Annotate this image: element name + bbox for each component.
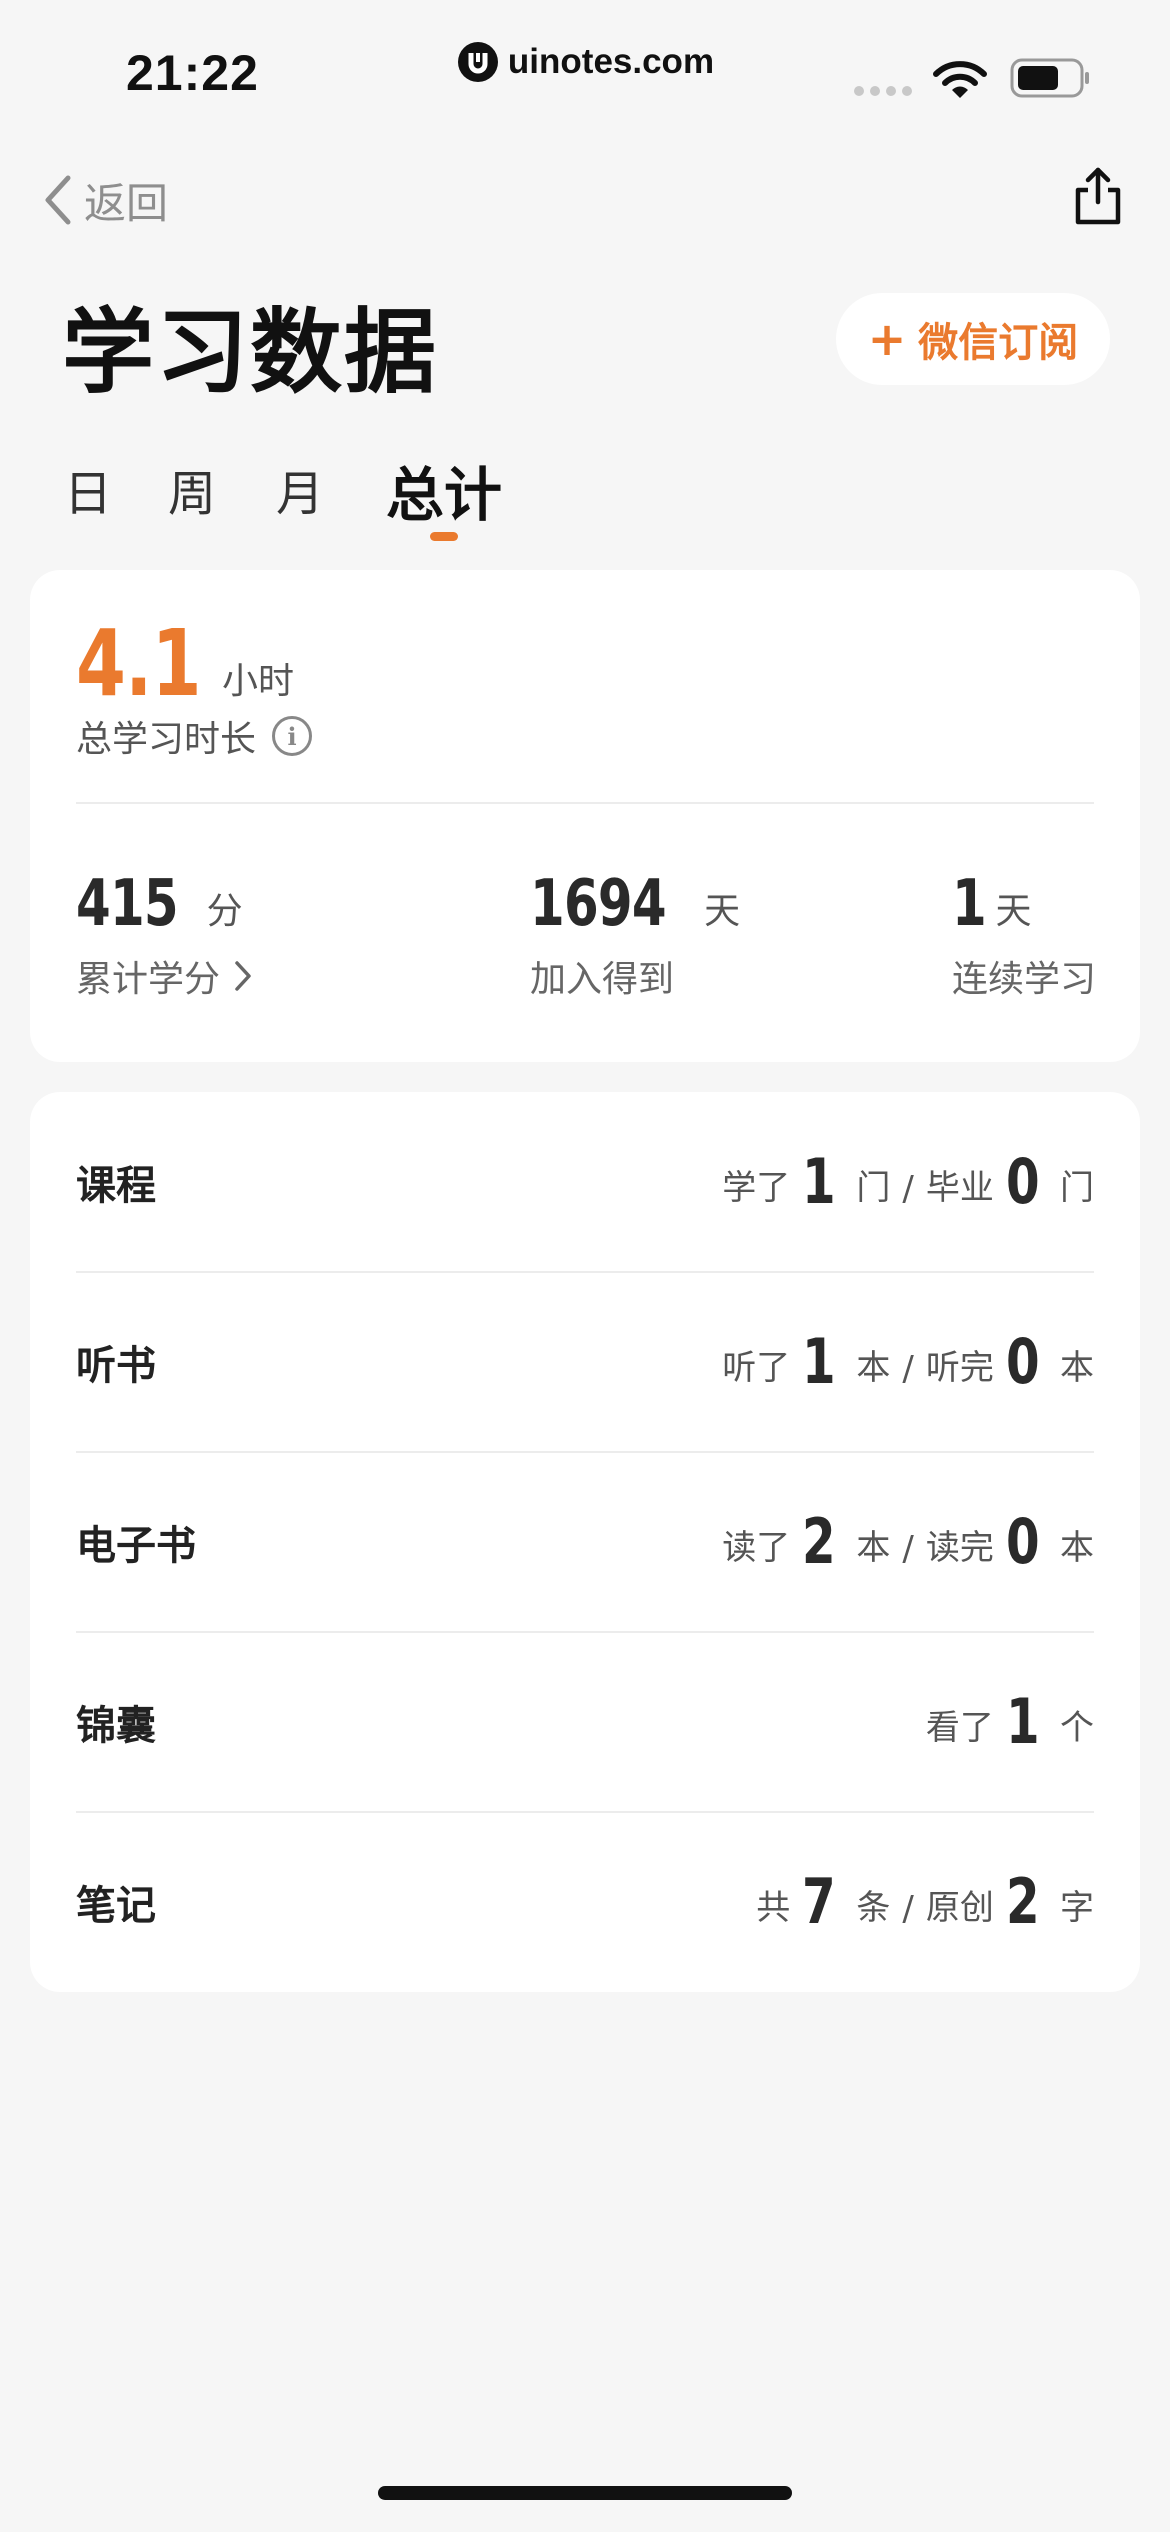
total-hours-unit: 小时 [221, 661, 294, 702]
share-icon[interactable] [1072, 166, 1124, 226]
tab-month[interactable]: 月 [276, 454, 324, 524]
summary-divider [76, 802, 1094, 804]
list-item-count: 1 [802, 1145, 836, 1218]
tab-day[interactable]: 日 [64, 454, 112, 524]
url-pill[interactable]: uinotes.com [440, 28, 732, 96]
subscribe-label: 微信订阅 [918, 320, 1079, 366]
list-item-count: 2 [1005, 1865, 1040, 1938]
list-item-title: 听书 [76, 1343, 156, 1389]
stat-joined-label: 加入得到 [530, 959, 675, 1000]
home-indicator[interactable] [378, 2486, 792, 2500]
list-item-text: 读完 [925, 1528, 994, 1568]
list-item-count: 1 [802, 1325, 836, 1398]
stat-streak-value: 1 [952, 867, 987, 941]
list-item-text: 听了 [722, 1348, 791, 1388]
status-time: 21:22 [126, 45, 259, 101]
list-item-count: 1 [1005, 1685, 1040, 1758]
stat-joined-days: 1694 天 加入得到 [530, 866, 740, 1002]
list-item-text: 读了 [722, 1528, 791, 1568]
stat-credits-unit: 分 [206, 891, 243, 932]
stat-credits[interactable]: 415 分 累计学分 [76, 866, 252, 1002]
list-item-unit: 个 [1060, 1708, 1094, 1748]
summary-card: 4.1 小时 总学习时长 i 415 分 累计学分 1694 天 加入得到 1 … [30, 570, 1140, 1062]
cellular-signal-icon [854, 86, 912, 96]
list-item-unit: 本 [856, 1348, 891, 1388]
list-item-text: 学了 [722, 1168, 791, 1208]
list-item-title: 电子书 [76, 1523, 196, 1569]
list-item-count: 0 [1005, 1145, 1040, 1218]
info-icon[interactable]: i [272, 716, 313, 756]
stat-streak: 1 天 连续学习 [952, 866, 1096, 1002]
list-item-text: 听完 [925, 1348, 994, 1388]
list-item-count: 2 [802, 1505, 836, 1578]
site-logo-icon [457, 42, 498, 82]
list-item-unit: 本 [1060, 1348, 1094, 1388]
list-item-unit: 字 [1060, 1888, 1094, 1928]
list-item-separator: / [902, 1169, 914, 1209]
plus-icon: + [867, 312, 907, 366]
chevron-left-icon [45, 175, 71, 225]
total-label-text: 总学习时长 [76, 719, 257, 760]
total-study-label: 总学习时长 i [76, 710, 313, 762]
stat-credits-label: 累计学分 [76, 959, 221, 1000]
list-item-count: 7 [802, 1865, 836, 1938]
stat-credits-value: 415 [76, 867, 179, 941]
stat-streak-label: 连续学习 [952, 959, 1097, 1000]
page: 21:22 uinotes.com 返回 学习数据 + 微信订阅 日 周 月 总… [0, 0, 1170, 2532]
list-item-audiobooks[interactable]: 听书 听了 1 本 / 听完 0 本 [30, 1272, 1140, 1452]
list-item-tips[interactable]: 锦囊 看了 1 个 [30, 1632, 1140, 1812]
list-item-ebooks[interactable]: 电子书 读了 2 本 / 读完 0 本 [30, 1452, 1140, 1632]
tab-total[interactable]: 总计 [386, 448, 502, 532]
list-item-separator: / [902, 1889, 914, 1929]
list-item-separator: / [902, 1529, 914, 1569]
list-item-courses[interactable]: 课程 学了 1 门 / 毕业 0 门 [30, 1092, 1140, 1272]
list-item-count: 0 [1005, 1505, 1040, 1578]
list-item-unit: 本 [1060, 1528, 1094, 1568]
list-item-text: 原创 [925, 1888, 994, 1928]
total-hours: 4.1 小时 [76, 610, 294, 710]
period-tabs: 日 周 月 总计 [0, 448, 1170, 548]
list-item-separator: / [902, 1349, 914, 1389]
list-item-text: 共 [756, 1888, 791, 1928]
wechat-subscribe-button[interactable]: + 微信订阅 [836, 293, 1110, 385]
list-item-unit: 本 [856, 1528, 891, 1568]
list-item-title: 课程 [76, 1163, 156, 1209]
list-item-title: 笔记 [76, 1883, 156, 1929]
list-item-unit: 门 [856, 1168, 891, 1208]
back-label: 返回 [84, 178, 169, 228]
list-item-unit: 条 [856, 1888, 891, 1928]
back-button[interactable]: 返回 [40, 168, 168, 232]
list-item-title: 锦囊 [76, 1703, 156, 1749]
total-hours-value: 4.1 [76, 610, 202, 717]
learning-list-card: 课程 学了 1 门 / 毕业 0 门 听书 听了 1 本 / 听完 0 本 电子… [30, 1092, 1140, 1992]
chevron-right-icon [235, 961, 251, 991]
list-item-count: 0 [1005, 1325, 1040, 1398]
tab-week[interactable]: 周 [168, 454, 216, 524]
stat-streak-unit: 天 [995, 891, 1032, 932]
battery-icon [1010, 58, 1089, 98]
list-item-notes[interactable]: 笔记 共 7 条 / 原创 2 字 [30, 1812, 1140, 1992]
stat-joined-unit: 天 [704, 891, 741, 932]
stat-joined-value: 1694 [530, 867, 667, 941]
page-title: 学习数据 [62, 299, 439, 406]
active-tab-indicator [430, 532, 458, 541]
wifi-icon [933, 61, 987, 98]
status-bar: 21:22 uinotes.com [0, 0, 1170, 140]
list-item-text: 看了 [925, 1708, 994, 1748]
url-text: uinotes.com [507, 42, 715, 81]
list-item-unit: 门 [1060, 1168, 1094, 1208]
list-item-text: 毕业 [925, 1168, 994, 1208]
